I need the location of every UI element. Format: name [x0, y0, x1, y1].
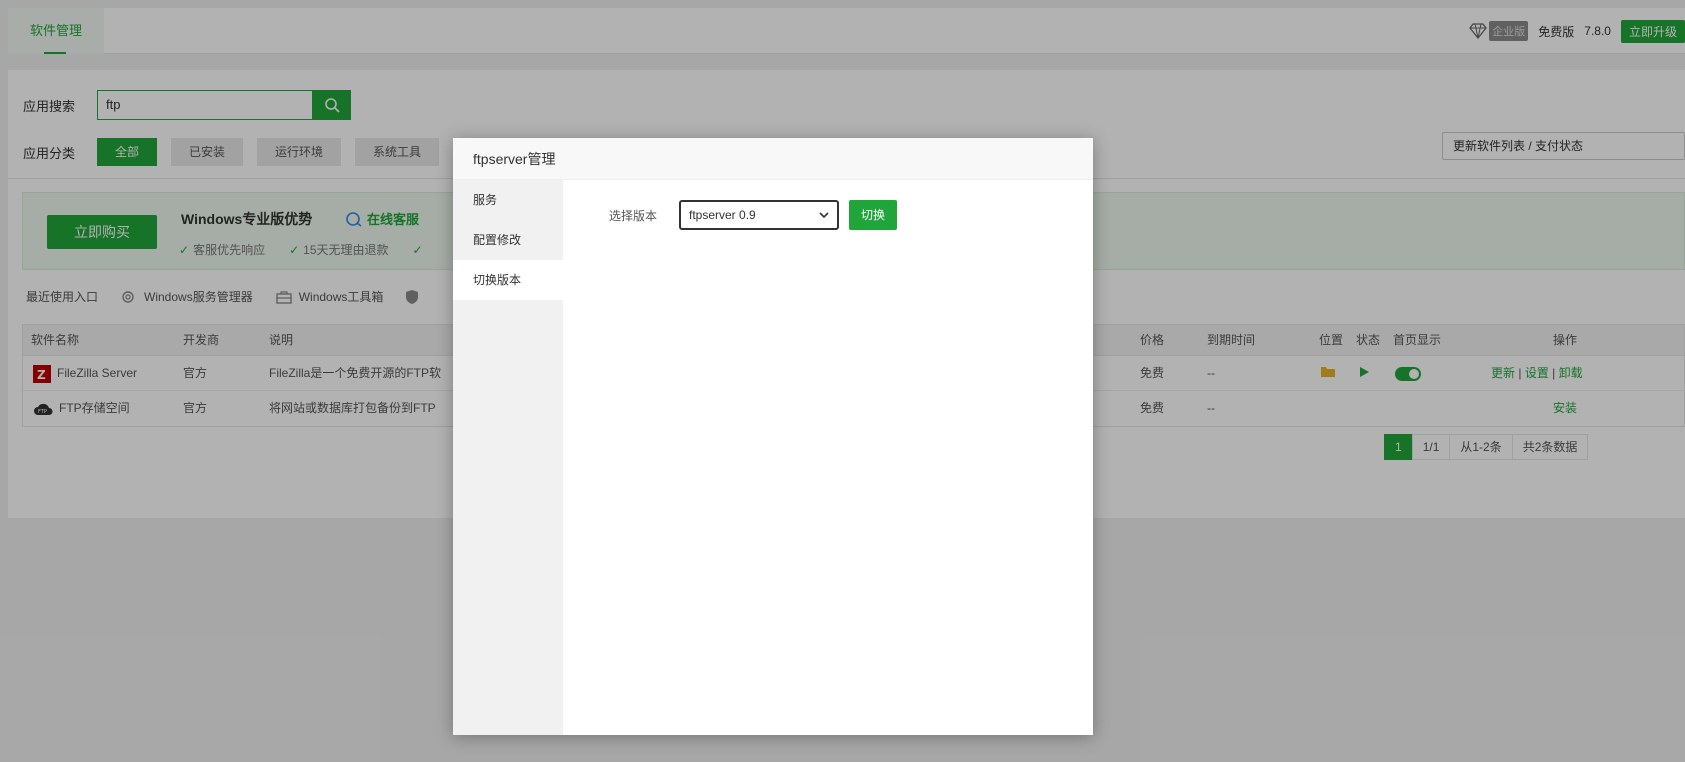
modal-title: ftpserver管理 [453, 138, 1093, 180]
sidebar-item-switch-version[interactable]: 切换版本 [453, 260, 563, 300]
version-selected-value: ftpserver 0.9 [689, 208, 756, 222]
chevron-down-icon [819, 212, 829, 219]
version-label: 选择版本 [609, 208, 658, 223]
sidebar-item-service[interactable]: 服务 [453, 180, 563, 220]
modal-sidebar: 服务 配置修改 切换版本 [453, 180, 563, 735]
modal-body: 选择版本 ftpserver 0.9 切换 [563, 180, 1093, 735]
switch-version-button[interactable]: 切换 [849, 200, 898, 230]
version-row: 选择版本 ftpserver 0.9 切换 [609, 200, 898, 230]
sidebar-item-config[interactable]: 配置修改 [453, 220, 563, 260]
version-select[interactable]: ftpserver 0.9 [679, 200, 839, 230]
ftpserver-modal: ftpserver管理 服务 配置修改 切换版本 选择版本 ftpserver … [453, 138, 1093, 735]
